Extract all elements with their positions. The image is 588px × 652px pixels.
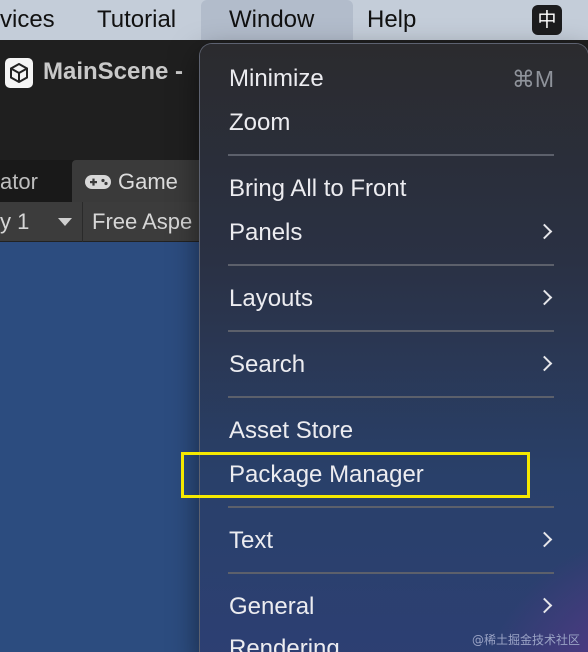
display-label: y 1 bbox=[0, 209, 30, 234]
menu-help[interactable]: Help bbox=[353, 0, 430, 40]
watermark: @稀土掘金技术社区 bbox=[471, 633, 580, 647]
unity-logo-icon bbox=[5, 58, 33, 88]
display-dropdown[interactable]: y 1 bbox=[0, 202, 82, 242]
tab-game[interactable]: Game bbox=[72, 160, 212, 202]
chevron-right-icon bbox=[536, 597, 553, 614]
chevron-right-icon bbox=[536, 289, 553, 306]
tab-animator[interactable]: ator bbox=[0, 162, 38, 200]
menu-item-label: General bbox=[229, 593, 315, 620]
menu-item-asset-store[interactable]: Asset Store bbox=[200, 409, 588, 453]
chevron-right-icon bbox=[536, 531, 553, 548]
menu-devices[interactable]: vices bbox=[0, 0, 69, 40]
aspect-dropdown[interactable]: Free Aspe bbox=[82, 202, 192, 242]
menu-item-label: Minimize bbox=[229, 65, 324, 92]
menu-separator bbox=[228, 572, 554, 574]
menu-window[interactable]: Window bbox=[201, 0, 353, 40]
menu-separator bbox=[228, 154, 554, 156]
menu-item-panels[interactable]: Panels bbox=[200, 211, 588, 255]
menu-bar: vices Tutorial Window Help 中 bbox=[0, 0, 588, 40]
menu-item-label: Layouts bbox=[229, 285, 314, 312]
menu-item-label: Text bbox=[229, 527, 274, 554]
input-method-indicator[interactable]: 中 bbox=[532, 5, 562, 35]
menu-separator bbox=[228, 396, 554, 398]
chevron-down-icon bbox=[58, 218, 72, 226]
menu-separator bbox=[228, 506, 554, 508]
gamepad-icon bbox=[84, 173, 112, 196]
tab-game-label: Game bbox=[118, 169, 178, 194]
menu-separator bbox=[228, 330, 554, 332]
menu-item-bring-all-to-front[interactable]: Bring All to Front bbox=[200, 167, 588, 211]
highlight-annotation bbox=[181, 452, 530, 498]
shortcut-label: ⌘M bbox=[511, 66, 554, 92]
window-menu: Minimize ⌘M Zoom Bring All to Front Pane… bbox=[200, 44, 588, 652]
chevron-right-icon bbox=[536, 355, 553, 372]
menu-tutorial[interactable]: Tutorial bbox=[83, 0, 190, 40]
menu-item-label: Search bbox=[229, 351, 306, 378]
window-title: MainScene - bbox=[43, 58, 184, 85]
menu-item-zoom[interactable]: Zoom bbox=[200, 101, 588, 145]
menu-item-search[interactable]: Search bbox=[200, 343, 588, 387]
menu-item-minimize[interactable]: Minimize ⌘M bbox=[200, 57, 588, 101]
menu-item-layouts[interactable]: Layouts bbox=[200, 277, 588, 321]
menu-item-general[interactable]: General bbox=[200, 585, 588, 629]
menu-separator bbox=[228, 264, 554, 266]
menu-item-label: Panels bbox=[229, 219, 303, 246]
menu-item-text[interactable]: Text bbox=[200, 519, 588, 563]
chevron-right-icon bbox=[536, 223, 553, 240]
